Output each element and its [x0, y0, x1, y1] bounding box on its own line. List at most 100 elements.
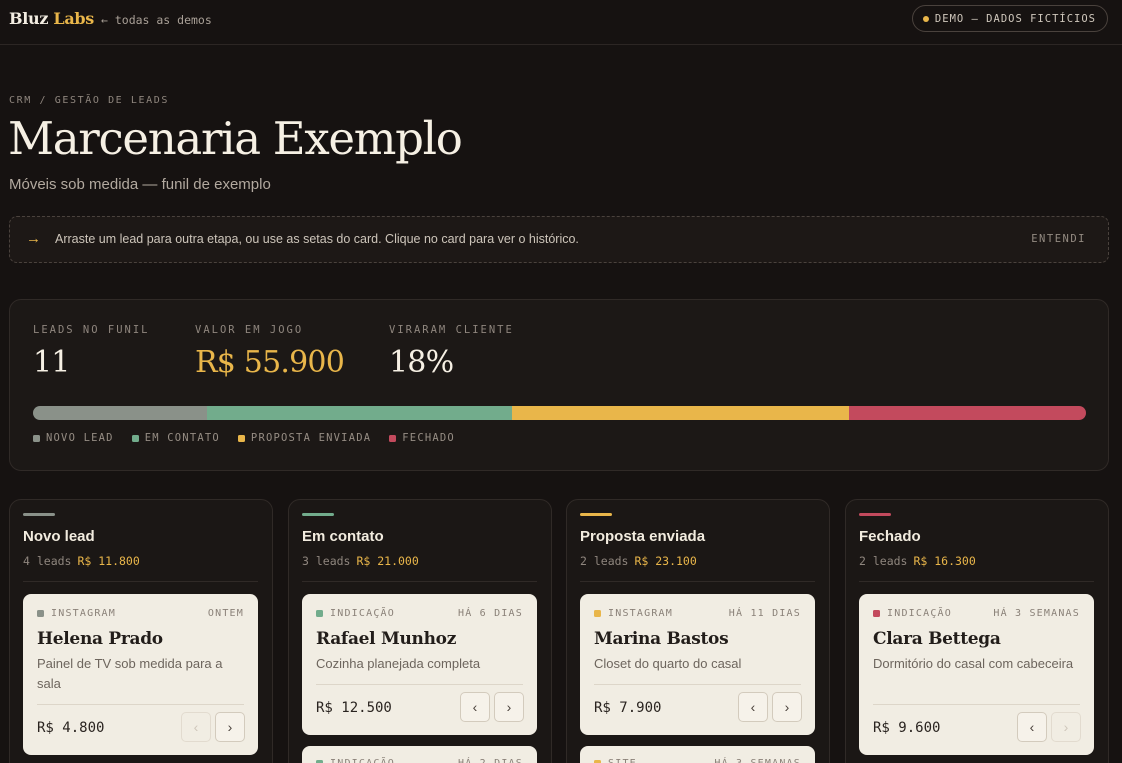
lead-source-label: INDICAÇÃO	[330, 608, 395, 619]
stat-leads-label: LEADS NO FUNIL	[33, 324, 150, 336]
stat-conversion-value: 18%	[389, 345, 454, 380]
chevron-left-icon[interactable]: ‹	[460, 692, 490, 722]
lead-timestamp: HÁ 6 DIAS	[458, 608, 523, 619]
lead-value: R$ 12.500	[316, 700, 392, 716]
legend-item: NOVO LEAD	[33, 432, 114, 444]
legend-item: FECHADO	[389, 432, 455, 444]
column-count: 4 leads	[23, 554, 72, 568]
lead-card[interactable]: INSTAGRAM HÁ 11 DIAS Marina Bastos Closet d…	[580, 594, 815, 735]
lead-name: Clara Bettega	[873, 629, 1001, 649]
column-title: Novo lead	[23, 528, 95, 545]
column-divider	[859, 581, 1094, 582]
lead-value: R$ 4.800	[37, 720, 105, 736]
lead-name: Rafael Munhoz	[316, 629, 457, 649]
chevron-left-icon[interactable]: ‹	[1017, 712, 1047, 742]
lead-card-divider	[873, 704, 1080, 705]
lead-name: Marina Bastos	[594, 629, 729, 649]
legend-item: EM CONTATO	[131, 432, 220, 444]
dismiss-hint-button[interactable]: ENTENDI	[1031, 233, 1086, 245]
demo-badge-label: DEMO — DADOS FICTÍCIOS	[934, 12, 1096, 25]
demo-badge: DEMO — DADOS FICTÍCIOS	[911, 5, 1108, 32]
lead-stage-nav: ‹ ›	[1017, 712, 1081, 742]
lead-card-divider	[37, 704, 244, 705]
kanban-column: Novo lead 4 leads R$ 11.800 INSTAGRAM ONTEM H…	[9, 499, 273, 763]
lead-card-header: INDICAÇÃO HÁ 3 SEMANAS	[873, 608, 1080, 619]
lead-source: INSTAGRAM	[594, 608, 673, 619]
chevron-right-icon[interactable]: ›	[1051, 712, 1081, 742]
lead-card-header: INSTAGRAM ONTEM	[37, 608, 244, 619]
lead-card-header: INDICAÇÃO HÁ 6 DIAS	[316, 608, 523, 619]
lead-stage-nav: ‹ ›	[738, 692, 802, 722]
kanban-column: Em contato 3 leads R$ 21.000 INDICAÇÃO HÁ 6 …	[288, 499, 552, 763]
lead-card-header: INSTAGRAM HÁ 11 DIAS	[594, 608, 801, 619]
lead-source: INDICAÇÃO	[316, 608, 395, 619]
lead-source-label: INSTAGRAM	[51, 608, 116, 619]
lead-description: Painel de TV sob medida para a sala	[37, 656, 223, 691]
lead-value: R$ 7.900	[594, 700, 662, 716]
page-title: Marcenaria Exemplo	[8, 112, 463, 165]
funnel-segment	[512, 406, 850, 420]
lead-card[interactable]: SITE HÁ 3 SEMANAS	[580, 746, 815, 763]
legend-swatch-icon	[389, 434, 397, 442]
top-bar: Bluz Labs ← todas as demos DEMO — DADOS …	[0, 0, 1122, 45]
lead-card-divider	[594, 684, 801, 685]
hint-banner: → Arraste um lead para outra etapa, ou u…	[9, 216, 1109, 263]
column-meta: 3 leads R$ 21.000	[302, 554, 419, 568]
arrow-right-icon: →	[26, 230, 41, 247]
funnel-segment	[849, 406, 1086, 420]
lead-value: R$ 9.600	[873, 720, 941, 736]
lead-source: INDICAÇÃO	[316, 758, 395, 763]
chevron-right-icon[interactable]: ›	[494, 692, 524, 722]
lead-source-label: INDICAÇÃO	[330, 758, 395, 763]
lead-timestamp: HÁ 2 DIAS	[458, 758, 523, 763]
stat-leads: LEADS NO FUNIL 11	[33, 324, 150, 380]
stat-value-value: R$ 55.900	[195, 345, 345, 380]
column-meta: 2 leads R$ 23.100	[580, 554, 697, 568]
lead-source: INSTAGRAM	[37, 608, 116, 619]
column-accent-bar	[580, 513, 612, 516]
lead-name: Helena Prado	[37, 629, 163, 649]
column-amount: R$ 23.100	[634, 554, 697, 568]
chevron-left-icon[interactable]: ‹	[738, 692, 768, 722]
lead-description: Cozinha planejada completa	[316, 656, 481, 671]
lead-card[interactable]: INDICAÇÃO HÁ 3 SEMANAS Clara Bettega Dormit…	[859, 594, 1094, 755]
lead-description: Dormitório do casal com cabeceira	[873, 656, 1074, 671]
column-meta: 2 leads R$ 16.300	[859, 554, 976, 568]
brand-name: Bluz	[9, 9, 49, 28]
column-amount: R$ 11.800	[77, 554, 140, 568]
lead-stage-nav: ‹ ›	[460, 692, 524, 722]
legend-item: PROPOSTA ENVIADA	[237, 432, 371, 444]
column-meta: 4 leads R$ 11.800	[23, 554, 140, 568]
kanban-column: Proposta enviada 2 leads R$ 23.100 INSTAGRA…	[566, 499, 830, 763]
lead-stage-nav: ‹ ›	[181, 712, 245, 742]
legend-label: FECHADO	[402, 432, 455, 444]
column-title: Proposta enviada	[580, 528, 706, 545]
column-accent-bar	[23, 513, 55, 516]
back-to-demos-link[interactable]: ← todas as demos	[101, 13, 212, 27]
chevron-right-icon[interactable]: ›	[772, 692, 802, 722]
funnel-segment	[206, 406, 513, 420]
lead-card-divider	[316, 684, 523, 685]
legend-swatch-icon	[237, 434, 245, 442]
lead-card[interactable]: INSTAGRAM ONTEM Helena Prado Painel de TV s…	[23, 594, 258, 755]
funnel-legend: NOVO LEAD EM CONTATO PROPOSTA ENVIADA FECHA…	[33, 432, 455, 444]
stat-value-at-stake: VALOR EM JOGO R$ 55.900	[195, 324, 345, 380]
lead-card[interactable]: INDICAÇÃO HÁ 2 DIAS	[302, 746, 537, 763]
legend-swatch-icon	[131, 434, 139, 442]
chevron-right-icon[interactable]: ›	[215, 712, 245, 742]
stat-value-label: VALOR EM JOGO	[195, 324, 304, 336]
column-accent-bar	[859, 513, 891, 516]
lead-description: Closet do quarto do casal	[594, 656, 742, 671]
hint-text: Arraste um lead para outra etapa, ou use…	[55, 232, 579, 246]
kanban-column: Fechado 2 leads R$ 16.300 INDICAÇÃO HÁ 3 SEM…	[845, 499, 1109, 763]
source-dot-icon	[37, 610, 44, 617]
source-dot-icon	[594, 610, 601, 617]
funnel-segment	[33, 406, 207, 420]
column-count: 3 leads	[302, 554, 351, 568]
column-amount: R$ 21.000	[356, 554, 419, 568]
lead-card[interactable]: INDICAÇÃO HÁ 6 DIAS Rafael Munhoz Cozinha p…	[302, 594, 537, 735]
brand-logo[interactable]: Bluz Labs	[9, 9, 94, 28]
lead-source: INDICAÇÃO	[873, 608, 952, 619]
lead-source-label: INSTAGRAM	[608, 608, 673, 619]
chevron-left-icon[interactable]: ‹	[181, 712, 211, 742]
